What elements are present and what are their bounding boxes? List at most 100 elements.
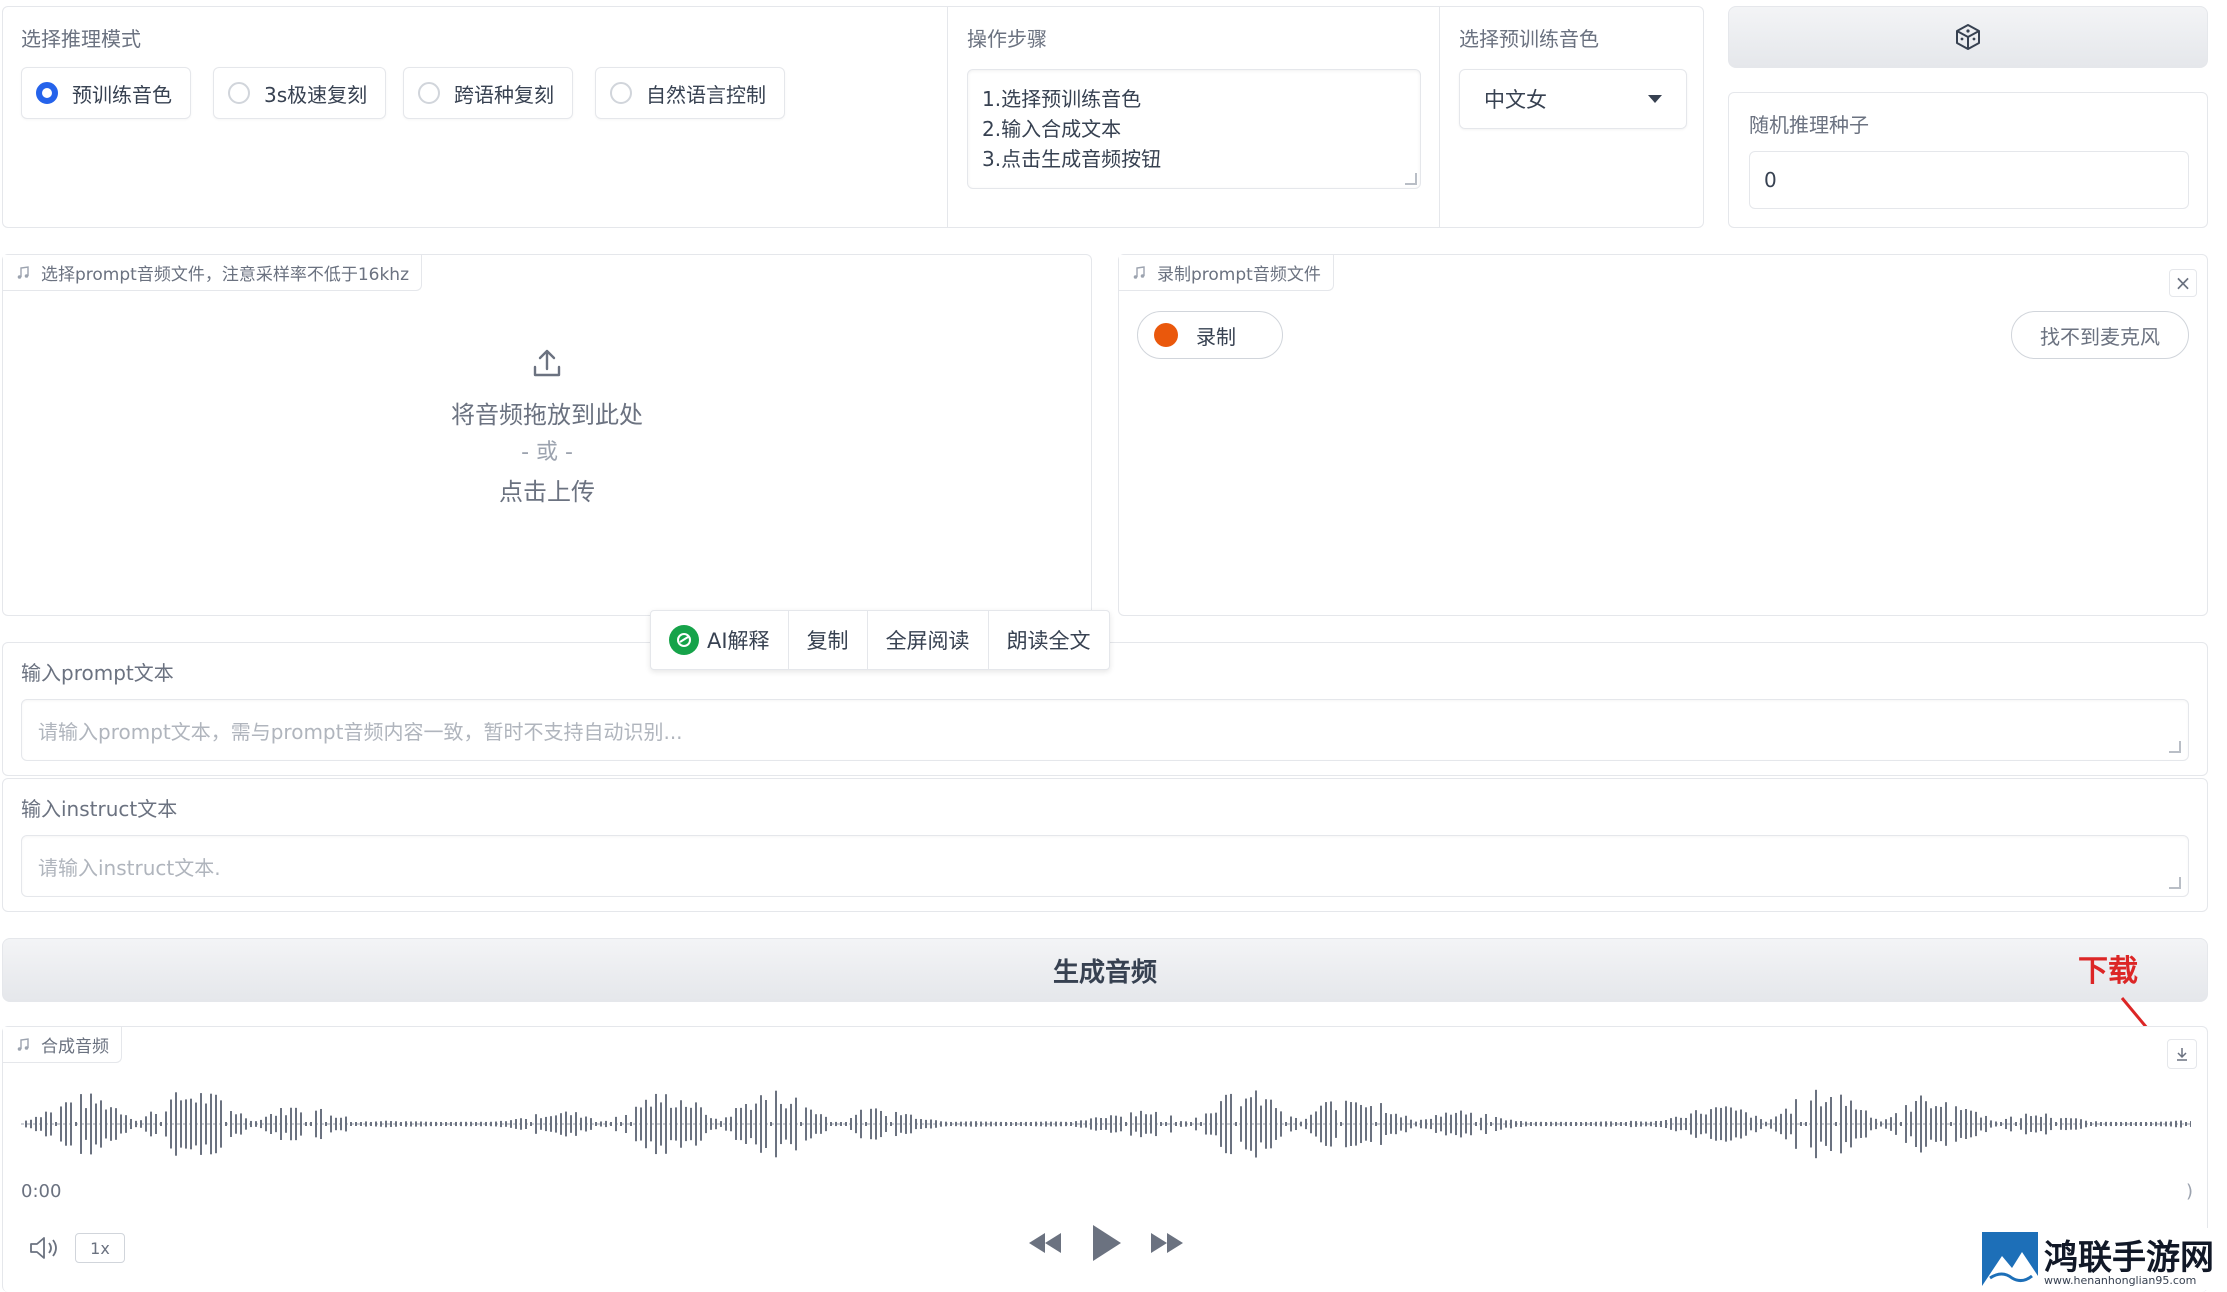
volume-icon[interactable] (27, 1233, 61, 1263)
waveform-bar (2015, 1122, 2017, 1126)
waveform-bar (2050, 1117, 2052, 1131)
chevron-down-icon (1648, 95, 1662, 103)
waveform-bar (35, 1116, 37, 1132)
waveform-bar (1650, 1121, 1652, 1127)
waveform-bar (80, 1094, 82, 1154)
waveform-bar (1100, 1118, 1102, 1130)
waveform-bar (560, 1113, 562, 1135)
download-button[interactable] (2167, 1039, 2197, 1069)
waveform-bar (745, 1104, 747, 1144)
generate-audio-button[interactable]: 生成音频 (2, 938, 2208, 1002)
record-button[interactable]: 录制 (1137, 311, 1283, 359)
music-note-icon (17, 265, 29, 279)
waveform-bar (225, 1122, 227, 1126)
steps-textarea[interactable]: 1.选择预训练音色 2.输入合成文本 3.点击生成音频按钮 (967, 69, 1421, 189)
waveform-bar (250, 1120, 252, 1128)
waveform-bar (185, 1099, 187, 1149)
waveform-bar (2165, 1121, 2167, 1127)
waveform-bar (1090, 1118, 1092, 1130)
upload-tag-text: 选择prompt音频文件，注意采样率不低于16khz (41, 265, 409, 285)
waveform-bar (1520, 1121, 1522, 1127)
radio-instruct[interactable]: 自然语言控制 (595, 67, 785, 119)
seed-input[interactable]: 0 (1749, 151, 2189, 209)
waveform-bar (770, 1122, 772, 1126)
waveform[interactable] (21, 1079, 2191, 1169)
waveform-bar (1405, 1115, 1407, 1133)
close-icon[interactable]: × (2169, 269, 2197, 297)
waveform-bar (1605, 1121, 1607, 1127)
waveform-bar (310, 1122, 312, 1126)
waveform-bar (1755, 1115, 1757, 1133)
waveform-bar (1020, 1121, 1022, 1127)
resize-handle[interactable] (1405, 173, 1417, 185)
waveform-bar (1785, 1108, 1787, 1140)
fullscreen-read-button[interactable]: 全屏阅读 (868, 611, 989, 669)
waveform-bar (585, 1116, 587, 1132)
prompt-text-input[interactable]: 请输入prompt文本，需与prompt音频内容一致，暂时不支持自动识别... (21, 699, 2189, 761)
waveform-bar (920, 1119, 922, 1129)
fast-forward-icon[interactable] (1149, 1229, 1185, 1257)
waveform-bar (1690, 1113, 1692, 1135)
waveform-bar (1320, 1105, 1322, 1143)
waveform-bar (575, 1112, 577, 1136)
mode-label: 选择推理模式 (21, 27, 141, 51)
waveform-bar (520, 1118, 522, 1130)
waveform-bar (725, 1117, 727, 1131)
resize-handle[interactable] (2169, 741, 2181, 753)
waveform-bar (200, 1093, 202, 1155)
waveform-bar (125, 1115, 127, 1133)
waveform-bar (1245, 1098, 1247, 1150)
waveform-bar (1990, 1120, 1992, 1128)
waveform-bar (740, 1107, 742, 1141)
waveform-bar (30, 1119, 32, 1129)
radio-3s-clone[interactable]: 3s极速复刻 (213, 67, 387, 119)
waveform-bar (1840, 1094, 1842, 1154)
waveform-bar (2000, 1122, 2002, 1126)
read-aloud-button[interactable]: 朗读全文 (989, 611, 1109, 669)
play-icon[interactable] (1089, 1223, 1123, 1263)
waveform-bar (810, 1109, 812, 1139)
waveform-bar (1560, 1121, 1562, 1127)
waveform-bar (1795, 1099, 1797, 1149)
waveform-bar (365, 1121, 367, 1127)
waveform-bar (990, 1121, 992, 1127)
waveform-bar (2115, 1121, 2117, 1127)
waveform-bar (1965, 1109, 1967, 1139)
waveform-bar (1410, 1119, 1412, 1129)
waveform-bar (1515, 1121, 1517, 1127)
waveform-bar (1810, 1100, 1812, 1148)
time-end: ) (2185, 1181, 2193, 1202)
rewind-icon[interactable] (1027, 1229, 1063, 1257)
waveform-bar (1735, 1110, 1737, 1138)
resize-handle[interactable] (2169, 877, 2181, 889)
upload-panel[interactable]: 选择prompt音频文件，注意采样率不低于16khz 将音频拖放到此处 - 或 … (2, 254, 1092, 616)
waveform-bar (105, 1109, 107, 1139)
waveform-bar (1160, 1122, 1162, 1126)
waveform-bar (1820, 1106, 1822, 1142)
instruct-text-input[interactable]: 请输入instruct文本. (21, 835, 2189, 897)
waveform-bar (1125, 1122, 1127, 1126)
waveform-bar (1065, 1121, 1067, 1127)
waveform-bar (625, 1114, 627, 1134)
waveform-bar (1085, 1120, 1087, 1128)
waveform-bar (1385, 1113, 1387, 1135)
voice-select[interactable]: 中文女 (1459, 69, 1687, 129)
waveform-bar (1310, 1114, 1312, 1134)
radio-cross-lingual[interactable]: 跨语种复刻 (403, 67, 573, 119)
waveform-bar (45, 1111, 47, 1137)
waveform-bar (1335, 1110, 1337, 1138)
waveform-bar (535, 1114, 537, 1134)
waveform-bar (665, 1094, 667, 1154)
waveform-bar (1425, 1119, 1427, 1129)
random-seed-button[interactable] (1728, 6, 2208, 68)
drop-zone[interactable]: 将音频拖放到此处 - 或 - 点击上传 (3, 345, 1091, 507)
ai-explain-button[interactable]: AI解释 (651, 611, 789, 669)
waveform-bar (1305, 1118, 1307, 1130)
playback-speed-button[interactable]: 1x (75, 1233, 125, 1263)
copy-button[interactable]: 复制 (789, 611, 868, 669)
no-microphone-button[interactable]: 找不到麦克风 (2011, 311, 2189, 359)
drop-text: 将音频拖放到此处 (451, 401, 643, 429)
radio-pretrained[interactable]: 预训练音色 (21, 67, 191, 119)
waveform-bar (630, 1122, 632, 1126)
waveform-bar (1995, 1121, 1997, 1127)
